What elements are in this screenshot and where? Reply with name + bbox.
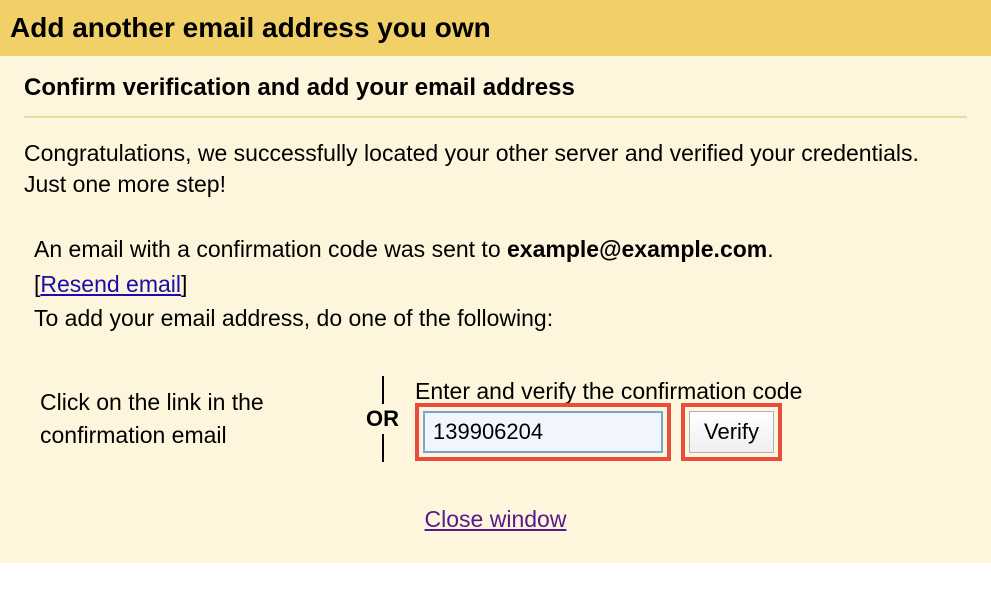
bracket-close: ] bbox=[181, 271, 187, 297]
close-row: Close window bbox=[24, 506, 967, 533]
option-click-link: Click on the link in the confirmation em… bbox=[40, 386, 350, 450]
instructions-line2: To add your email address, do one of the… bbox=[34, 305, 553, 331]
resend-email-link[interactable]: Resend email bbox=[40, 271, 181, 297]
divider-line-top bbox=[382, 376, 384, 404]
instructions-suffix: . bbox=[767, 236, 773, 262]
verify-button[interactable]: Verify bbox=[689, 411, 774, 453]
close-window-link[interactable]: Close window bbox=[425, 506, 567, 532]
confirmation-code-input[interactable] bbox=[423, 411, 663, 453]
dialog-content: Confirm verification and add your email … bbox=[0, 56, 991, 563]
dialog-container: Add another email address you own Confir… bbox=[0, 0, 991, 563]
target-email: example@example.com bbox=[507, 236, 767, 262]
verify-button-highlight: Verify bbox=[681, 403, 782, 461]
or-divider: OR bbox=[366, 376, 399, 462]
instructions-block: An email with a confirmation code was se… bbox=[24, 232, 967, 336]
option-enter-code: Enter and verify the confirmation code V… bbox=[415, 377, 967, 461]
divider-line-bottom bbox=[382, 434, 384, 462]
subtitle: Confirm verification and add your email … bbox=[24, 74, 967, 118]
verify-row: Verify bbox=[415, 403, 967, 461]
dialog-header: Add another email address you own bbox=[0, 0, 991, 56]
congrats-message: Congratulations, we successfully located… bbox=[24, 138, 967, 200]
dialog-title: Add another email address you own bbox=[10, 12, 981, 44]
code-input-highlight bbox=[415, 403, 671, 461]
instructions-prefix: An email with a confirmation code was se… bbox=[34, 236, 507, 262]
options-row: Click on the link in the confirmation em… bbox=[24, 376, 967, 462]
or-label: OR bbox=[366, 404, 399, 434]
